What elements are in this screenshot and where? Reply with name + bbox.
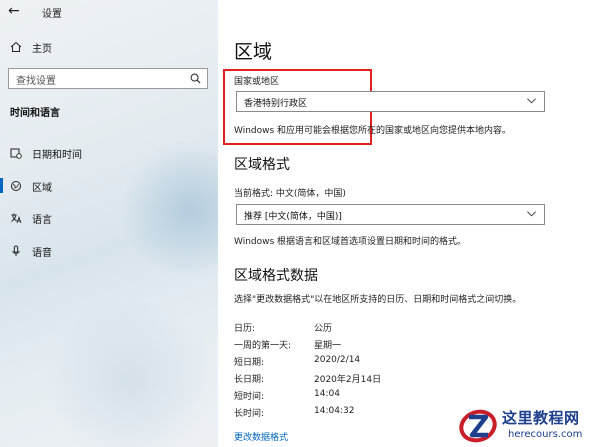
sidebar-item-date-time[interactable]: 日期和时间 xyxy=(0,143,218,163)
long-date-value: 2020年2月14日 xyxy=(314,375,382,385)
search-input[interactable] xyxy=(9,72,179,91)
sidebar-item-region[interactable]: 区域 xyxy=(0,176,218,196)
watermark-text-en: herecours.com xyxy=(508,429,583,440)
chevron-down-icon xyxy=(527,211,536,217)
sidebar-item-speech[interactable]: 语音 xyxy=(0,241,218,261)
country-label: 国家或地区 xyxy=(234,77,280,87)
format-dropdown[interactable]: 推荐 [中文(简体，中国)] xyxy=(236,204,545,225)
country-selected-value: 香港特别行政区 xyxy=(244,99,308,109)
calendar-value: 公历 xyxy=(314,324,333,334)
sidebar: ← 设置 主页 时间和语言 日期和时间 区域 语言 xyxy=(0,0,218,447)
home-icon xyxy=(9,40,23,54)
format-heading: 区域格式 xyxy=(234,157,290,173)
first-day-value: 星期一 xyxy=(314,341,342,351)
short-date-label: 短日期: xyxy=(234,358,265,368)
sidebar-item-home[interactable]: 主页 xyxy=(0,37,218,57)
back-arrow-icon[interactable]: ← xyxy=(8,3,20,19)
main-content: 区域 国家或地区 香港特别行政区 Windows 和应用可能会根据您所在的国家或… xyxy=(218,0,605,447)
country-dropdown[interactable]: 香港特别行政区 xyxy=(236,91,545,112)
watermark-text-cn: 这里教程网 xyxy=(502,409,580,427)
sidebar-item-label: 日期和时间 xyxy=(32,149,82,161)
sidebar-background-blur xyxy=(40,300,218,447)
title-bar: ← 设置 xyxy=(0,0,218,22)
watermark: 这里教程网 herecours.com xyxy=(458,405,605,447)
long-time-label: 长时间: xyxy=(234,409,265,419)
calendar-clock-icon xyxy=(9,146,23,160)
microphone-icon xyxy=(9,244,23,258)
short-time-label: 短时间: xyxy=(234,392,265,402)
short-date-value: 2020/2/14 xyxy=(314,355,361,365)
format-selected-value: 推荐 [中文(简体，中国)] xyxy=(244,212,342,222)
sidebar-item-label: 主页 xyxy=(32,43,52,55)
first-day-label: 一周的第一天: xyxy=(234,341,292,351)
search-box[interactable] xyxy=(8,68,208,91)
region-globe-icon xyxy=(9,179,23,193)
calendar-label: 日历: xyxy=(234,324,256,334)
window-title: 设置 xyxy=(42,9,62,20)
language-icon xyxy=(9,211,23,225)
chevron-down-icon xyxy=(527,98,536,104)
country-description: Windows 和应用可能会根据您所在的国家或地区向您提供本地内容。 xyxy=(234,126,512,136)
long-time-value: 14:04:32 xyxy=(314,406,355,416)
sidebar-item-label: 语音 xyxy=(32,247,52,259)
format-data-description: 选择"更改数据格式"以在地区所支持的日历、日期和时间格式之间切换。 xyxy=(234,295,522,305)
sidebar-section-title: 时间和语言 xyxy=(10,108,60,119)
watermark-logo-icon xyxy=(459,409,497,443)
page-title: 区域 xyxy=(234,41,273,63)
current-format-label: 当前格式: 中文(简体，中国) xyxy=(234,189,346,199)
sidebar-item-label: 语言 xyxy=(32,214,52,226)
short-time-value: 14:04 xyxy=(314,389,340,399)
long-date-label: 长日期: xyxy=(234,375,265,385)
format-description: Windows 根据语言和区域首选项设置日期和时间的格式。 xyxy=(234,237,467,247)
change-data-format-link[interactable]: 更改数据格式 xyxy=(234,430,288,443)
search-icon[interactable] xyxy=(190,73,201,84)
sidebar-item-language[interactable]: 语言 xyxy=(0,208,218,228)
sidebar-item-label: 区域 xyxy=(32,182,52,194)
format-data-heading: 区域格式数据 xyxy=(234,268,318,284)
